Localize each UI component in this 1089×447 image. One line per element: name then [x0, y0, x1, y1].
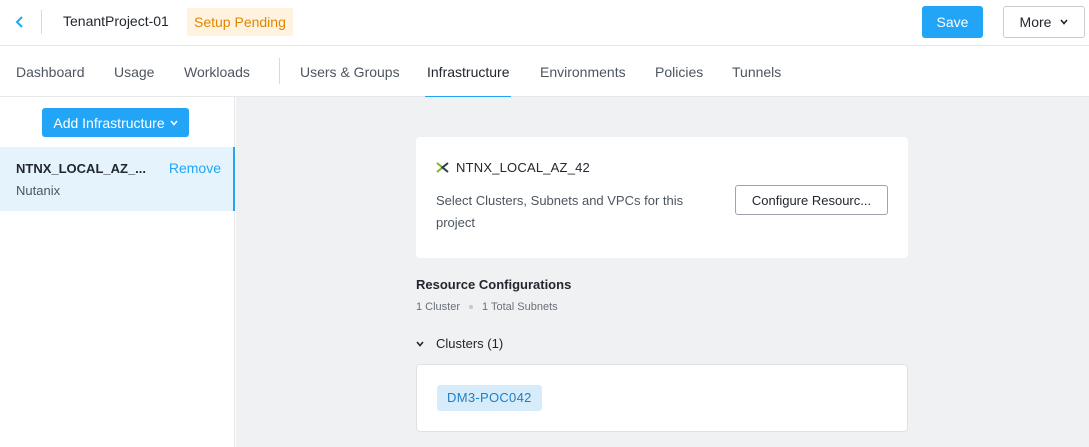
configure-resources-button[interactable]: Configure Resourc... — [735, 185, 888, 215]
tab-workloads[interactable]: Workloads — [184, 47, 250, 97]
header-divider — [41, 10, 42, 34]
page-header: TenantProject-01 Setup Pending Save More — [0, 0, 1089, 46]
account-card-header: NTNX_LOCAL_AZ_42 — [436, 160, 590, 175]
main-content: NTNX_LOCAL_AZ_42 Select Clusters, Subnet… — [236, 97, 1089, 447]
clusters-section-toggle[interactable]: Clusters (1) — [416, 336, 503, 351]
chevron-down-icon — [416, 340, 424, 347]
subnet-count: 1 Total Subnets — [482, 301, 558, 313]
chevron-down-icon — [170, 119, 178, 126]
more-button-label: More — [1019, 14, 1052, 30]
tab-bar: Dashboard Usage Workloads Users & Groups… — [0, 47, 1089, 98]
tab-usage[interactable]: Usage — [114, 47, 154, 97]
status-badge: Setup Pending — [187, 8, 293, 36]
clusters-section-label: Clusters (1) — [436, 336, 504, 351]
project-title: TenantProject-01 — [63, 13, 169, 29]
tab-infrastructure[interactable]: Infrastructure — [424, 47, 512, 98]
tab-divider — [279, 58, 280, 84]
add-infrastructure-button[interactable]: Add Infrastructure — [42, 108, 189, 137]
save-button[interactable]: Save — [922, 6, 983, 38]
account-description: Select Clusters, Subnets and VPCs for th… — [436, 193, 684, 230]
tab-policies[interactable]: Policies — [655, 47, 703, 97]
tab-users-groups[interactable]: Users & Groups — [300, 47, 400, 97]
infrastructure-name: NTNX_LOCAL_AZ_... — [16, 161, 147, 176]
clusters-list: DM3-POC042 — [416, 364, 908, 432]
separator-dot — [469, 305, 474, 309]
infrastructure-list-item[interactable]: NTNX_LOCAL_AZ_... Remove Nutanix — [0, 147, 235, 211]
nutanix-logo-icon — [436, 162, 449, 173]
tab-environments[interactable]: Environments — [540, 47, 626, 97]
remove-link[interactable]: Remove — [169, 160, 221, 176]
add-infrastructure-label: Add Infrastructure — [53, 114, 165, 131]
resource-configurations-title: Resource Configurations — [416, 277, 572, 292]
chevron-down-icon — [1060, 19, 1069, 25]
resource-summary: 1 Cluster 1 Total Subnets — [416, 301, 558, 313]
account-name: NTNX_LOCAL_AZ_42 — [456, 160, 590, 175]
tab-tunnels[interactable]: Tunnels — [732, 47, 781, 97]
chevron-left-icon — [15, 16, 23, 28]
cluster-count: 1 Cluster — [416, 301, 461, 313]
more-button[interactable]: More — [1003, 6, 1085, 38]
tab-dashboard[interactable]: Dashboard — [16, 47, 85, 97]
cluster-chip[interactable]: DM3-POC042 — [437, 385, 542, 411]
infrastructure-type: Nutanix — [16, 183, 61, 198]
infrastructure-sidebar: Add Infrastructure NTNX_LOCAL_AZ_... Rem… — [0, 97, 235, 447]
back-button[interactable] — [12, 12, 28, 32]
account-card: NTNX_LOCAL_AZ_42 Select Clusters, Subnet… — [416, 137, 908, 258]
